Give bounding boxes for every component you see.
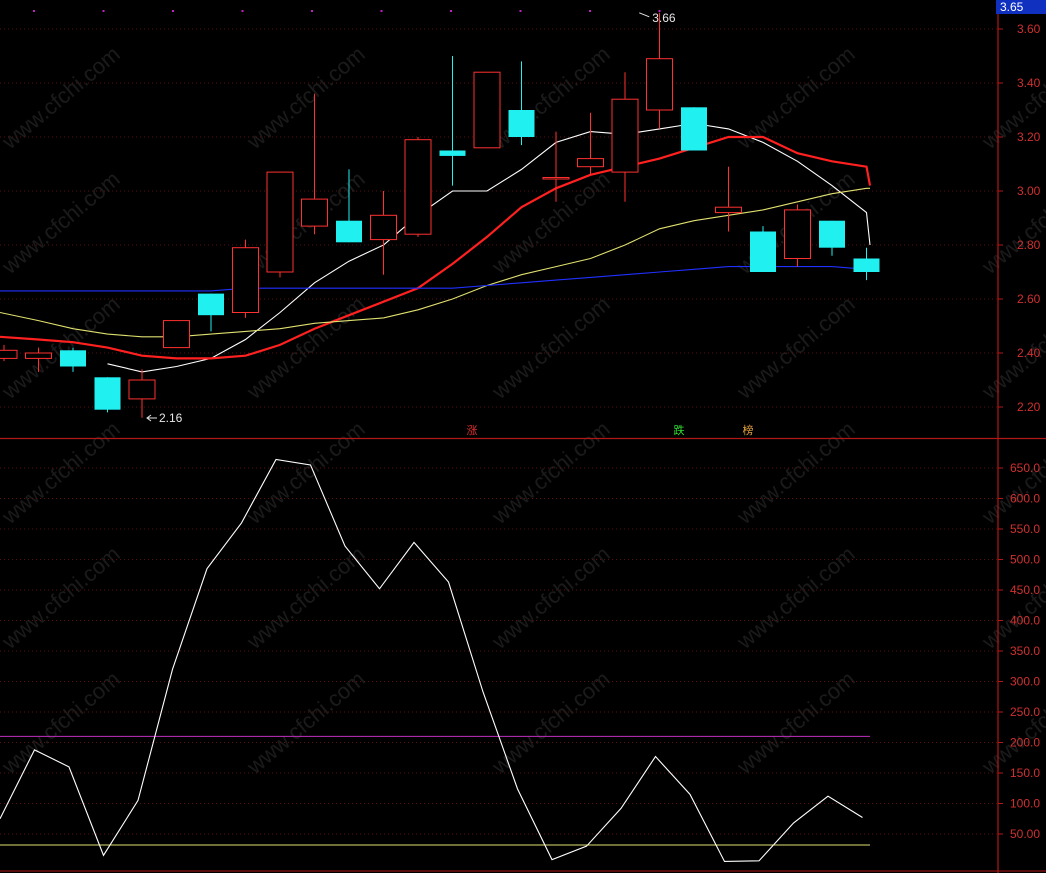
candle-body (715, 206, 742, 214)
candle-body (25, 352, 52, 359)
candle-body (198, 293, 224, 316)
high-label: 3.66 (652, 11, 676, 25)
price-tick-label: 2.80 (1017, 238, 1041, 252)
candle-body (60, 350, 86, 367)
candle-body (232, 247, 259, 313)
top-marker-dot (311, 10, 313, 12)
indicator-tick-label: 500.0 (1010, 553, 1040, 567)
candle-body (336, 220, 362, 243)
signal-marker: 涨 (467, 424, 478, 437)
indicator-tick-label: 100.0 (1010, 797, 1040, 811)
candle-body (0, 349, 18, 359)
indicator-tick-label: 650.0 (1010, 461, 1040, 475)
candle-body (94, 377, 121, 410)
price-tick-label: 2.60 (1017, 292, 1041, 306)
top-marker-dot (519, 10, 522, 12)
signal-marker: 跌 (674, 423, 685, 437)
price-tick-label: 3.00 (1017, 184, 1041, 198)
price-tick-label: 2.40 (1017, 346, 1041, 360)
price-tick-label: 3.20 (1017, 130, 1041, 144)
candle-body (128, 379, 156, 400)
top-marker-dot (380, 10, 383, 12)
indicator-tick-label: 200.0 (1010, 736, 1040, 750)
candle-body (266, 171, 294, 273)
candle-body (404, 139, 432, 235)
candle-body (646, 58, 673, 111)
candle-body (853, 258, 880, 272)
candle-body (750, 231, 776, 272)
top-marker-dot (450, 10, 452, 12)
indicator-tick-label: 150.0 (1010, 766, 1040, 780)
candle-body (508, 110, 535, 137)
indicator-tick-label: 250.0 (1010, 705, 1040, 719)
indicator-tick-label: 400.0 (1010, 614, 1040, 628)
low-label: 2.16 (159, 411, 183, 425)
candle-body (819, 220, 845, 248)
stock-chart: www.cfchi.com www.cfchi.com www.cfchi.com w… (0, 0, 1046, 873)
candle-body (370, 214, 397, 241)
candle-body (473, 71, 501, 149)
candle-body (439, 150, 466, 156)
candle-body (611, 98, 639, 173)
candle-body (784, 209, 811, 259)
indicator-tick-label: 50.00 (1010, 827, 1040, 841)
top-marker-dot (241, 10, 244, 12)
top-marker-dot (172, 10, 174, 12)
indicator-tick-label: 300.0 (1010, 675, 1040, 689)
indicator-tick-label: 450.0 (1010, 583, 1040, 597)
current-price-label: 3.65 (1000, 0, 1024, 14)
candle-body (163, 320, 190, 349)
top-marker-dot (33, 10, 35, 12)
candle-body (301, 198, 328, 227)
indicator-tick-label: 550.0 (1010, 522, 1040, 536)
price-tick-label: 3.60 (1017, 22, 1041, 36)
candle-body (542, 177, 570, 180)
top-marker-dot (102, 10, 105, 12)
signal-marker: 榜 (743, 423, 754, 437)
indicator-tick-label: 350.0 (1010, 644, 1040, 658)
top-marker-dot (589, 10, 591, 12)
price-tick-label: 2.20 (1017, 400, 1041, 414)
price-tick-label: 3.40 (1017, 76, 1041, 90)
indicator-tick-label: 600.0 (1010, 492, 1040, 506)
candle-body (681, 107, 707, 151)
candle-body (577, 158, 604, 168)
